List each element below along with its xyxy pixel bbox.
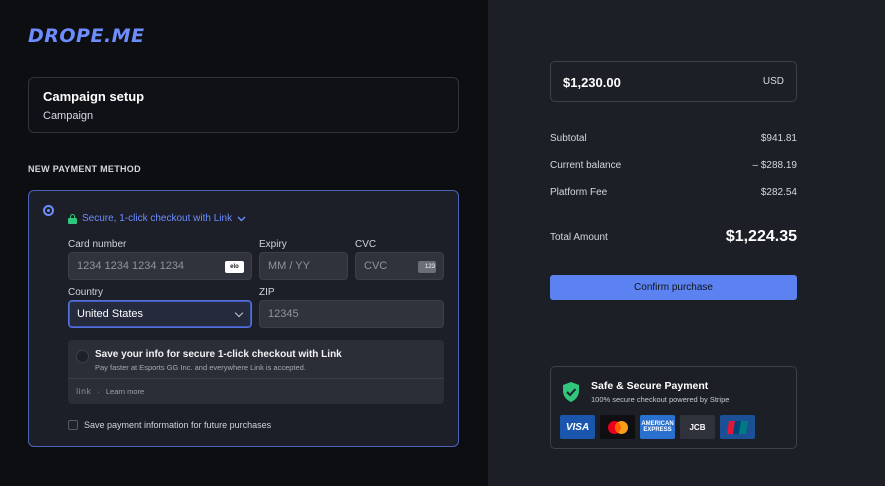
separator: · (97, 387, 100, 396)
summary-label: Platform Fee (550, 187, 608, 198)
divider (68, 378, 444, 379)
summary-row-platform-fee: Platform Fee $282.54 (550, 187, 797, 198)
payment-method-card: Secure, 1-click checkout with Link Card … (28, 190, 459, 447)
shield-check-icon (563, 382, 579, 402)
summary-label: Current balance (550, 160, 622, 171)
card-number-input[interactable]: 1234 1234 1234 1234 elo (68, 252, 252, 280)
link-checkout-label: Secure, 1-click checkout with Link (82, 213, 233, 224)
save-future-label: Save payment information for future purc… (84, 420, 272, 430)
payment-method-radio[interactable] (43, 205, 54, 216)
summary-value: $282.54 (760, 187, 797, 198)
payment-panel: DROPE.ME Campaign setup Campaign NEW PAY… (0, 0, 488, 486)
expiry-placeholder: MM / YY (268, 260, 310, 272)
link-logo: link (76, 387, 92, 396)
section-label: NEW PAYMENT METHOD (28, 164, 141, 174)
campaign-card: Campaign setup Campaign (28, 77, 459, 133)
link-save-panel: Save your info for secure 1-click checko… (68, 340, 444, 404)
cvc-label: CVC (355, 239, 377, 250)
order-summary-panel: $1,230.00 USD Subtotal $941.81 Current b… (488, 0, 885, 486)
card-brand-icon: elo (225, 261, 244, 273)
payment-card-logos: VISA AMERICAN EXPRESS JCB (560, 415, 755, 439)
cvc-input[interactable]: CVC 123 (355, 252, 444, 280)
amount-currency: USD (762, 76, 784, 87)
card-number-label: Card number (68, 239, 127, 250)
summary-value: $941.81 (760, 133, 797, 144)
link-footer: link · Learn more (76, 387, 144, 396)
zip-placeholder: 12345 (268, 308, 299, 320)
secure-payment-card: Safe & Secure Payment 100% secure checko… (550, 366, 797, 449)
amount-value: $1,230.00 (563, 75, 621, 90)
visa-icon: VISA (560, 415, 595, 439)
zip-input[interactable]: 12345 (259, 300, 444, 328)
save-future-row[interactable]: Save payment information for future purc… (68, 420, 271, 430)
save-future-checkbox[interactable] (68, 420, 78, 430)
summary-row-subtotal: Subtotal $941.81 (550, 133, 797, 144)
zip-label: ZIP (259, 287, 275, 298)
unionpay-icon (720, 415, 755, 439)
summary-row-balance: Current balance – $288.19 (550, 160, 797, 171)
chevron-down-icon (237, 216, 246, 221)
learn-more-link[interactable]: Learn more (106, 387, 144, 396)
chevron-down-icon (234, 308, 244, 318)
campaign-title: Campaign setup (43, 89, 145, 104)
amount-display: $1,230.00 USD (550, 61, 797, 102)
link-save-checkbox[interactable] (76, 350, 89, 363)
link-save-description: Pay faster at Esports GG Inc. and everyw… (95, 363, 306, 372)
expiry-input[interactable]: MM / YY (259, 252, 348, 280)
card-number-placeholder: 1234 1234 1234 1234 (77, 260, 185, 272)
mastercard-icon (600, 415, 635, 439)
summary-label: Subtotal (550, 133, 587, 144)
brand-logo[interactable]: DROPE.ME (28, 25, 145, 47)
secure-subtitle: 100% secure checkout powered by Stripe (591, 395, 730, 404)
campaign-subtitle: Campaign (43, 110, 94, 122)
country-select[interactable]: United States (68, 300, 252, 328)
confirm-purchase-button[interactable]: Confirm purchase (550, 275, 797, 300)
link-save-title: Save your info for secure 1-click checko… (95, 349, 342, 360)
amex-icon: AMERICAN EXPRESS (640, 415, 675, 439)
secure-title: Safe & Secure Payment (591, 380, 709, 392)
link-checkout-toggle[interactable]: Secure, 1-click checkout with Link (68, 213, 246, 224)
country-value: United States (77, 308, 144, 320)
lock-icon (68, 214, 77, 224)
cvc-placeholder: CVC (364, 260, 388, 272)
jcb-icon: JCB (680, 415, 715, 439)
summary-value: – $288.19 (752, 160, 798, 171)
country-label: Country (68, 287, 104, 298)
total-label: Total Amount (550, 232, 608, 243)
expiry-label: Expiry (259, 239, 287, 250)
cvc-card-icon: 123 (418, 261, 436, 273)
total-value: $1,224.35 (725, 228, 797, 245)
